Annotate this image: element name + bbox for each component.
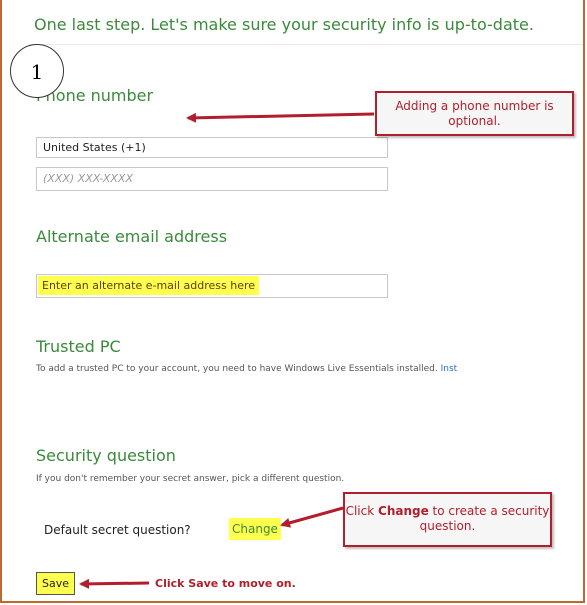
header-divider <box>28 44 583 45</box>
alternate-email-input[interactable]: Enter an alternate e-mail address here <box>36 274 388 298</box>
security-question-description: If you don't remember your secret answer… <box>36 474 345 484</box>
phone-number-input[interactable]: (XXX) XXX-XXXX <box>36 167 388 191</box>
page-headline: One last step. Let's make sure your secu… <box>34 15 534 34</box>
default-secret-question-label: Default secret question? <box>44 523 191 537</box>
change-question-link[interactable]: Change <box>229 518 281 540</box>
trusted-pc-description: To add a trusted PC to your account, you… <box>36 364 457 374</box>
phone-optional-callout: Adding a phone number is optional. <box>375 91 574 136</box>
security-question-heading: Security question <box>36 446 176 465</box>
callout-change-suffix: to create a security question. <box>419 504 550 533</box>
alternate-email-heading: Alternate email address <box>36 227 228 246</box>
country-code-select[interactable]: United States (+1) <box>36 137 388 158</box>
callout-change-prefix: Click <box>345 504 379 518</box>
alternate-email-value: Enter an alternate e-mail address here <box>38 276 260 295</box>
save-note-callout: Click Save to move on. <box>155 577 296 590</box>
install-link[interactable]: Inst <box>441 364 458 374</box>
trusted-pc-text: To add a trusted PC to your account, you… <box>36 364 438 374</box>
callout-change-bold: Change <box>378 504 429 518</box>
step-number-badge: 1 <box>10 44 64 98</box>
save-button[interactable]: Save <box>36 572 76 595</box>
change-question-callout: Click Change to create a security questi… <box>343 492 552 547</box>
trusted-pc-heading: Trusted PC <box>36 337 121 356</box>
